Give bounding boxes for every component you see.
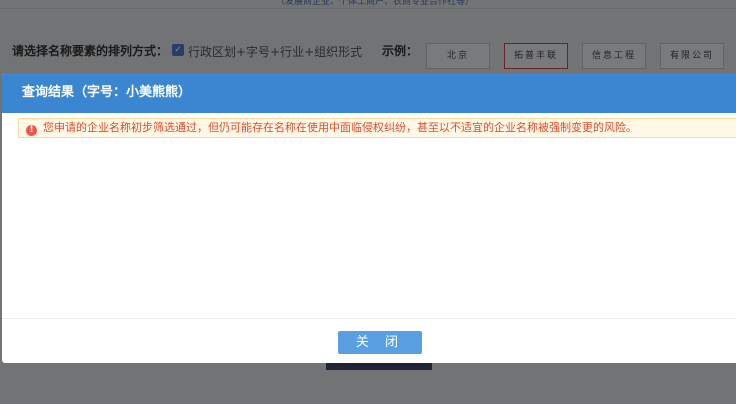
alert-icon: !	[26, 125, 37, 136]
close-button[interactable]: 关 闭	[338, 331, 422, 354]
warning-banner: ! 您申请的企业名称初步筛选通过，但仍可能存在名称在使用中面临侵权纠纷，甚至以不适…	[18, 118, 736, 138]
query-result-dialog: 查询结果（字号：小美熊熊） ! 您申请的企业名称初步筛选通过，但仍可能存在名称在使…	[2, 73, 736, 363]
warning-text: 您申请的企业名称初步筛选通过，但仍可能存在名称在使用中面临侵权纠纷，甚至以不适宜…	[43, 121, 637, 134]
dialog-title: 查询结果（字号：小美熊熊）	[2, 73, 736, 113]
footer-divider	[2, 318, 736, 319]
